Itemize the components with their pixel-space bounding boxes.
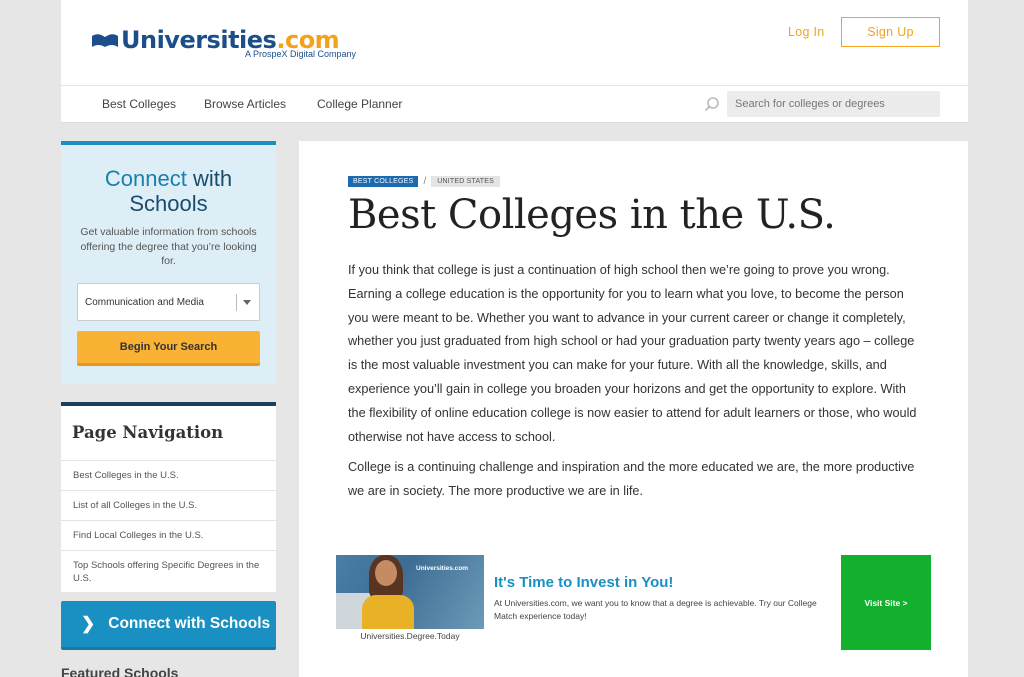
main-nav: Best Colleges Browse Articles College Pl…	[61, 86, 968, 123]
ad-text: At Universities.com, we want you to know…	[494, 598, 817, 621]
chevron-right-icon: ❯	[81, 614, 96, 633]
degree-select-value: Communication and Media	[85, 297, 204, 308]
begin-search-button[interactable]: Begin Your Search	[77, 331, 260, 366]
second-paragraph: College is a continuing challenge and in…	[348, 460, 915, 498]
nav-item-best-colleges[interactable]: Best Colleges	[102, 97, 176, 111]
page-nav-item[interactable]: Find Local Colleges in the U.S.	[61, 521, 276, 551]
main-content: BEST COLLEGES / UNITED STATES Best Colle…	[299, 141, 968, 677]
connect-button-label: Connect with Schools	[108, 615, 271, 632]
page-nav-item[interactable]: Best Colleges in the U.S.	[61, 461, 276, 491]
page-nav-item[interactable]: Top Schools offering Specific Degrees in…	[61, 551, 276, 593]
connect-description: Get valuable information from schools of…	[80, 226, 257, 267]
breadcrumb-separator: /	[423, 176, 427, 187]
page-nav-item[interactable]: List of all Colleges in the U.S.	[61, 491, 276, 521]
featured-schools-heading: Featured Schools	[61, 665, 179, 677]
search-input[interactable]	[727, 91, 940, 117]
visit-site-button[interactable]: Visit Site >	[841, 555, 931, 650]
ad-image-brand: Universities.com	[416, 565, 469, 572]
breadcrumb: BEST COLLEGES / UNITED STATES	[348, 176, 501, 187]
breadcrumb-best-colleges[interactable]: BEST COLLEGES	[348, 176, 419, 187]
site-header: Universities.com A ProspeX Digital Compa…	[61, 0, 968, 86]
degree-select[interactable]: Communication and Media	[77, 283, 260, 321]
book-logo-icon	[92, 34, 118, 47]
connect-title: Connect with Schools	[104, 166, 233, 216]
page-title: Best Colleges in the U.S.	[348, 192, 836, 238]
person-head-shape	[375, 560, 397, 586]
ad-caption: Universities.Degree.Today	[360, 631, 460, 641]
person-body-shape	[362, 595, 414, 629]
ad-image[interactable]: Universities.com	[336, 555, 484, 629]
page-navigation-title: Page Navigation	[61, 406, 276, 461]
connect-with-schools-button[interactable]: ❯ Connect with Schools	[61, 601, 276, 650]
logo-tagline: A ProspeX Digital Company	[245, 49, 357, 59]
login-link[interactable]: Log In	[788, 25, 825, 39]
chevron-down-icon	[243, 300, 251, 305]
breadcrumb-united-states[interactable]: UNITED STATES	[431, 176, 501, 187]
select-divider	[236, 294, 237, 311]
connect-with-schools-widget: Connect with Schools Get valuable inform…	[61, 141, 276, 384]
nav-item-college-planner[interactable]: College Planner	[317, 97, 402, 111]
page-navigation: Page Navigation Best Colleges in the U.S…	[61, 402, 276, 592]
intro-paragraph: If you think that college is just a cont…	[348, 263, 917, 444]
nav-item-browse-articles[interactable]: Browse Articles	[204, 97, 286, 111]
search-icon[interactable]	[704, 96, 720, 112]
signup-button[interactable]: Sign Up	[841, 17, 940, 47]
ad-title[interactable]: It's Time to Invest in You!	[494, 574, 673, 591]
